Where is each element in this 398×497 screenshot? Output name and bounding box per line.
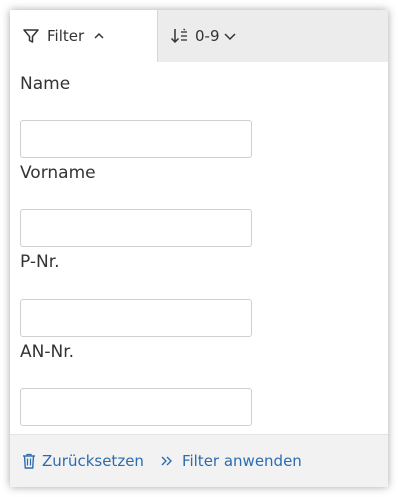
apply-filter-button-label: Filter anwenden xyxy=(181,452,302,470)
filter-tab-label: Filter xyxy=(47,27,85,45)
filter-footer: Zurücksetzen Filter anwenden xyxy=(10,434,388,487)
chevron-up-icon[interactable] xyxy=(93,30,105,42)
name-input[interactable] xyxy=(20,120,252,158)
double-chevron-right-icon xyxy=(160,455,174,467)
chevron-down-icon[interactable] xyxy=(223,30,237,42)
filter-funnel-icon xyxy=(22,27,40,45)
reset-button-label: Zurücksetzen xyxy=(42,452,144,470)
p-nr-field-label: P-Nr. xyxy=(20,252,60,272)
vorname-field-label: Vorname xyxy=(20,163,96,183)
vorname-input[interactable] xyxy=(20,209,252,247)
trash-icon xyxy=(22,453,36,469)
an-nr-input[interactable] xyxy=(20,388,252,426)
filter-panel: Filter 0-9 Name Vorname P-Nr. AN-Nr. Zur… xyxy=(10,10,388,487)
name-field-label: Name xyxy=(20,74,71,94)
sort-tab-label: 0-9 xyxy=(195,27,220,45)
sort-numeric-icon xyxy=(170,27,190,45)
reset-button[interactable]: Zurücksetzen xyxy=(22,452,144,470)
tab-sort[interactable]: 0-9 xyxy=(158,10,388,62)
apply-filter-button[interactable]: Filter anwenden xyxy=(160,452,302,470)
tab-filter[interactable]: Filter xyxy=(10,10,158,62)
toolbar: Filter 0-9 xyxy=(10,10,388,62)
an-nr-field-label: AN-Nr. xyxy=(20,342,75,362)
p-nr-input[interactable] xyxy=(20,299,252,337)
